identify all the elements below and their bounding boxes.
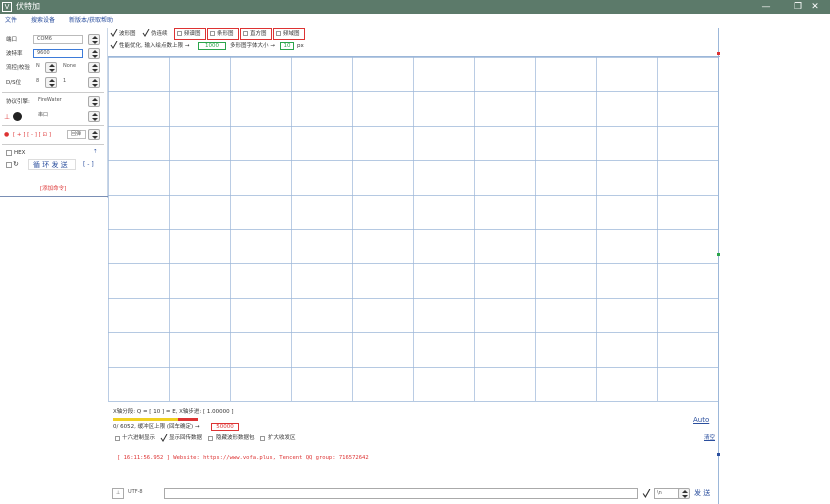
loop-checkbox[interactable]	[6, 162, 12, 168]
record-icon[interactable]: ●	[4, 131, 9, 139]
data-bits-value: 8	[33, 78, 43, 87]
close-button[interactable]: ✕	[800, 0, 830, 14]
xaxis-settings[interactable]: X轴分段: Q = [ 10 ] = E, X轴步进: [ 1.00000 ]	[113, 408, 234, 416]
mode-histogram[interactable]: 直方图	[240, 28, 272, 40]
clear-button[interactable]: 清空	[704, 434, 715, 442]
marker-green	[717, 253, 720, 256]
minimize-button[interactable]: —	[752, 0, 780, 14]
font-size-label: 多形图字体大小 →	[230, 43, 275, 49]
waveform-label: 波形图	[119, 31, 136, 37]
divider	[2, 92, 104, 93]
loop-send-button[interactable]: 循 环 发 送	[28, 159, 76, 170]
engine-spinner[interactable]	[88, 96, 100, 107]
auto-scale-button[interactable]: Auto	[693, 416, 709, 425]
expand-rx-checkbox[interactable]	[260, 436, 265, 441]
buffer-input[interactable]: 50000	[211, 423, 239, 431]
remove-command-button[interactable]: [ - ]	[83, 161, 94, 169]
baud-spinner[interactable]	[88, 48, 100, 59]
mode-bar[interactable]: 条形图	[207, 28, 239, 40]
stop-bits-spinner[interactable]	[88, 77, 100, 88]
hide-wave-checkbox[interactable]	[208, 436, 213, 441]
connect-toggle[interactable]	[13, 112, 22, 121]
app-logo-icon: V	[2, 2, 12, 12]
waveform-chart[interactable]	[108, 56, 720, 402]
port-close-label: 串口	[35, 112, 83, 121]
baud-input[interactable]: 9600	[33, 49, 83, 58]
port-action-spinner[interactable]	[88, 111, 100, 122]
send-button[interactable]: 发 送	[694, 488, 710, 499]
marker-red	[717, 52, 720, 55]
smooth-label: 伪连续	[151, 31, 168, 37]
panel-bottom-line	[0, 196, 108, 197]
anchor-icon: ⊥	[4, 113, 11, 121]
receive-console[interactable]: [ 16:11:56.952 ] Website: https://www.vo…	[108, 446, 720, 486]
pin-icon[interactable]: ⇡	[93, 148, 98, 156]
console-line: [ 16:11:56.952 ] Website: https://www.vo…	[117, 455, 369, 461]
port-select[interactable]: COM6	[33, 35, 83, 44]
flow-parity-label: 流控|校验	[6, 65, 30, 71]
menu-file[interactable]: 文件	[5, 16, 17, 26]
command-edit-buttons[interactable]: [ + ] [ - ] [ ⊡ ]	[13, 131, 51, 139]
font-size-input[interactable]: 10	[280, 42, 294, 50]
hex-display-label: 十六进制显示	[122, 435, 156, 441]
add-command-link[interactable]: [添加命令]	[40, 185, 66, 193]
engine-label: 协议引擎:	[6, 99, 30, 105]
divider	[2, 125, 104, 126]
line-end-spinner[interactable]	[678, 488, 690, 499]
loop-icon: ↻	[13, 160, 19, 168]
baud-label: 波特率	[6, 51, 23, 57]
flow-spinner[interactable]	[45, 62, 57, 73]
command-mode-spinner[interactable]	[88, 129, 100, 140]
buffer-label: 0/ 6052, 缓冲区上限 (回车确定) →	[113, 424, 200, 430]
hex-display-checkbox[interactable]	[115, 436, 120, 441]
engine-value: FireWater	[35, 97, 83, 106]
perf-label: 性能优化, 输入绘点数上限 →	[119, 43, 190, 49]
data-bits-spinner[interactable]	[45, 77, 57, 88]
chart-controls: X轴分段: Q = [ 10 ] = E, X轴步进: [ 1.00000 ] …	[108, 404, 720, 446]
perf-check-icon[interactable]	[110, 41, 118, 49]
data-stop-bits-label: D/S位	[6, 80, 22, 86]
flow-value: N	[33, 63, 43, 72]
points-input[interactable]: 1000	[198, 42, 226, 50]
menu-bar: 文件 搜索设备 新版本/获取帮助	[0, 14, 830, 28]
display-options: 波形图 伪连续 频谱图 条形图 直方图 频域图 性能优化, 输入绘点数上限 → …	[108, 28, 720, 54]
port-spinner[interactable]	[88, 34, 100, 45]
px-label: px	[297, 43, 304, 49]
expand-rx-label: 扩大收发区	[268, 435, 296, 441]
send-input[interactable]	[164, 488, 638, 499]
parity-spinner[interactable]	[88, 62, 100, 73]
hex-label: HEX	[14, 150, 26, 156]
divider	[2, 144, 104, 145]
hex-checkbox[interactable]	[6, 150, 12, 156]
line-end-check-icon[interactable]	[642, 489, 651, 498]
title-bar: V 伏特加 — ❐ ✕	[0, 0, 830, 14]
anchor-button[interactable]: ⊥	[112, 488, 124, 499]
loop-send-label: 循 环 发 送	[33, 161, 68, 169]
menu-search-device[interactable]: 搜索设备	[31, 16, 55, 26]
command-mode-select[interactable]: 回弹	[67, 130, 86, 139]
window-title: 伏特加	[16, 2, 40, 11]
waveform-check-icon[interactable]	[110, 29, 118, 37]
parity-value: None	[60, 63, 84, 72]
mode-spectrum[interactable]: 频谱图	[174, 28, 206, 40]
show-rx-check-icon[interactable]	[160, 434, 168, 442]
smooth-check-icon[interactable]	[142, 29, 150, 37]
send-bar: ⊥ UTF-8 \n 发 送	[112, 488, 718, 500]
mode-frequency[interactable]: 频域图	[273, 28, 305, 40]
buffer-bar-yellow	[113, 418, 178, 421]
show-rx-label: 显示回传数据	[169, 435, 203, 441]
stop-bits-value: 1	[60, 78, 80, 87]
connection-panel: 端口 COM6 波特率 9600 流控|校验 N None D/S位 8 1 协…	[0, 28, 108, 198]
buffer-bar-red	[178, 418, 198, 421]
menu-help[interactable]: 新版本/获取帮助	[69, 16, 113, 26]
encoding-select[interactable]: UTF-8	[126, 488, 162, 499]
port-label: 端口	[6, 37, 18, 43]
hide-wave-label: 隐藏波形数据包	[216, 435, 255, 441]
chart-grid-svg	[108, 57, 719, 402]
